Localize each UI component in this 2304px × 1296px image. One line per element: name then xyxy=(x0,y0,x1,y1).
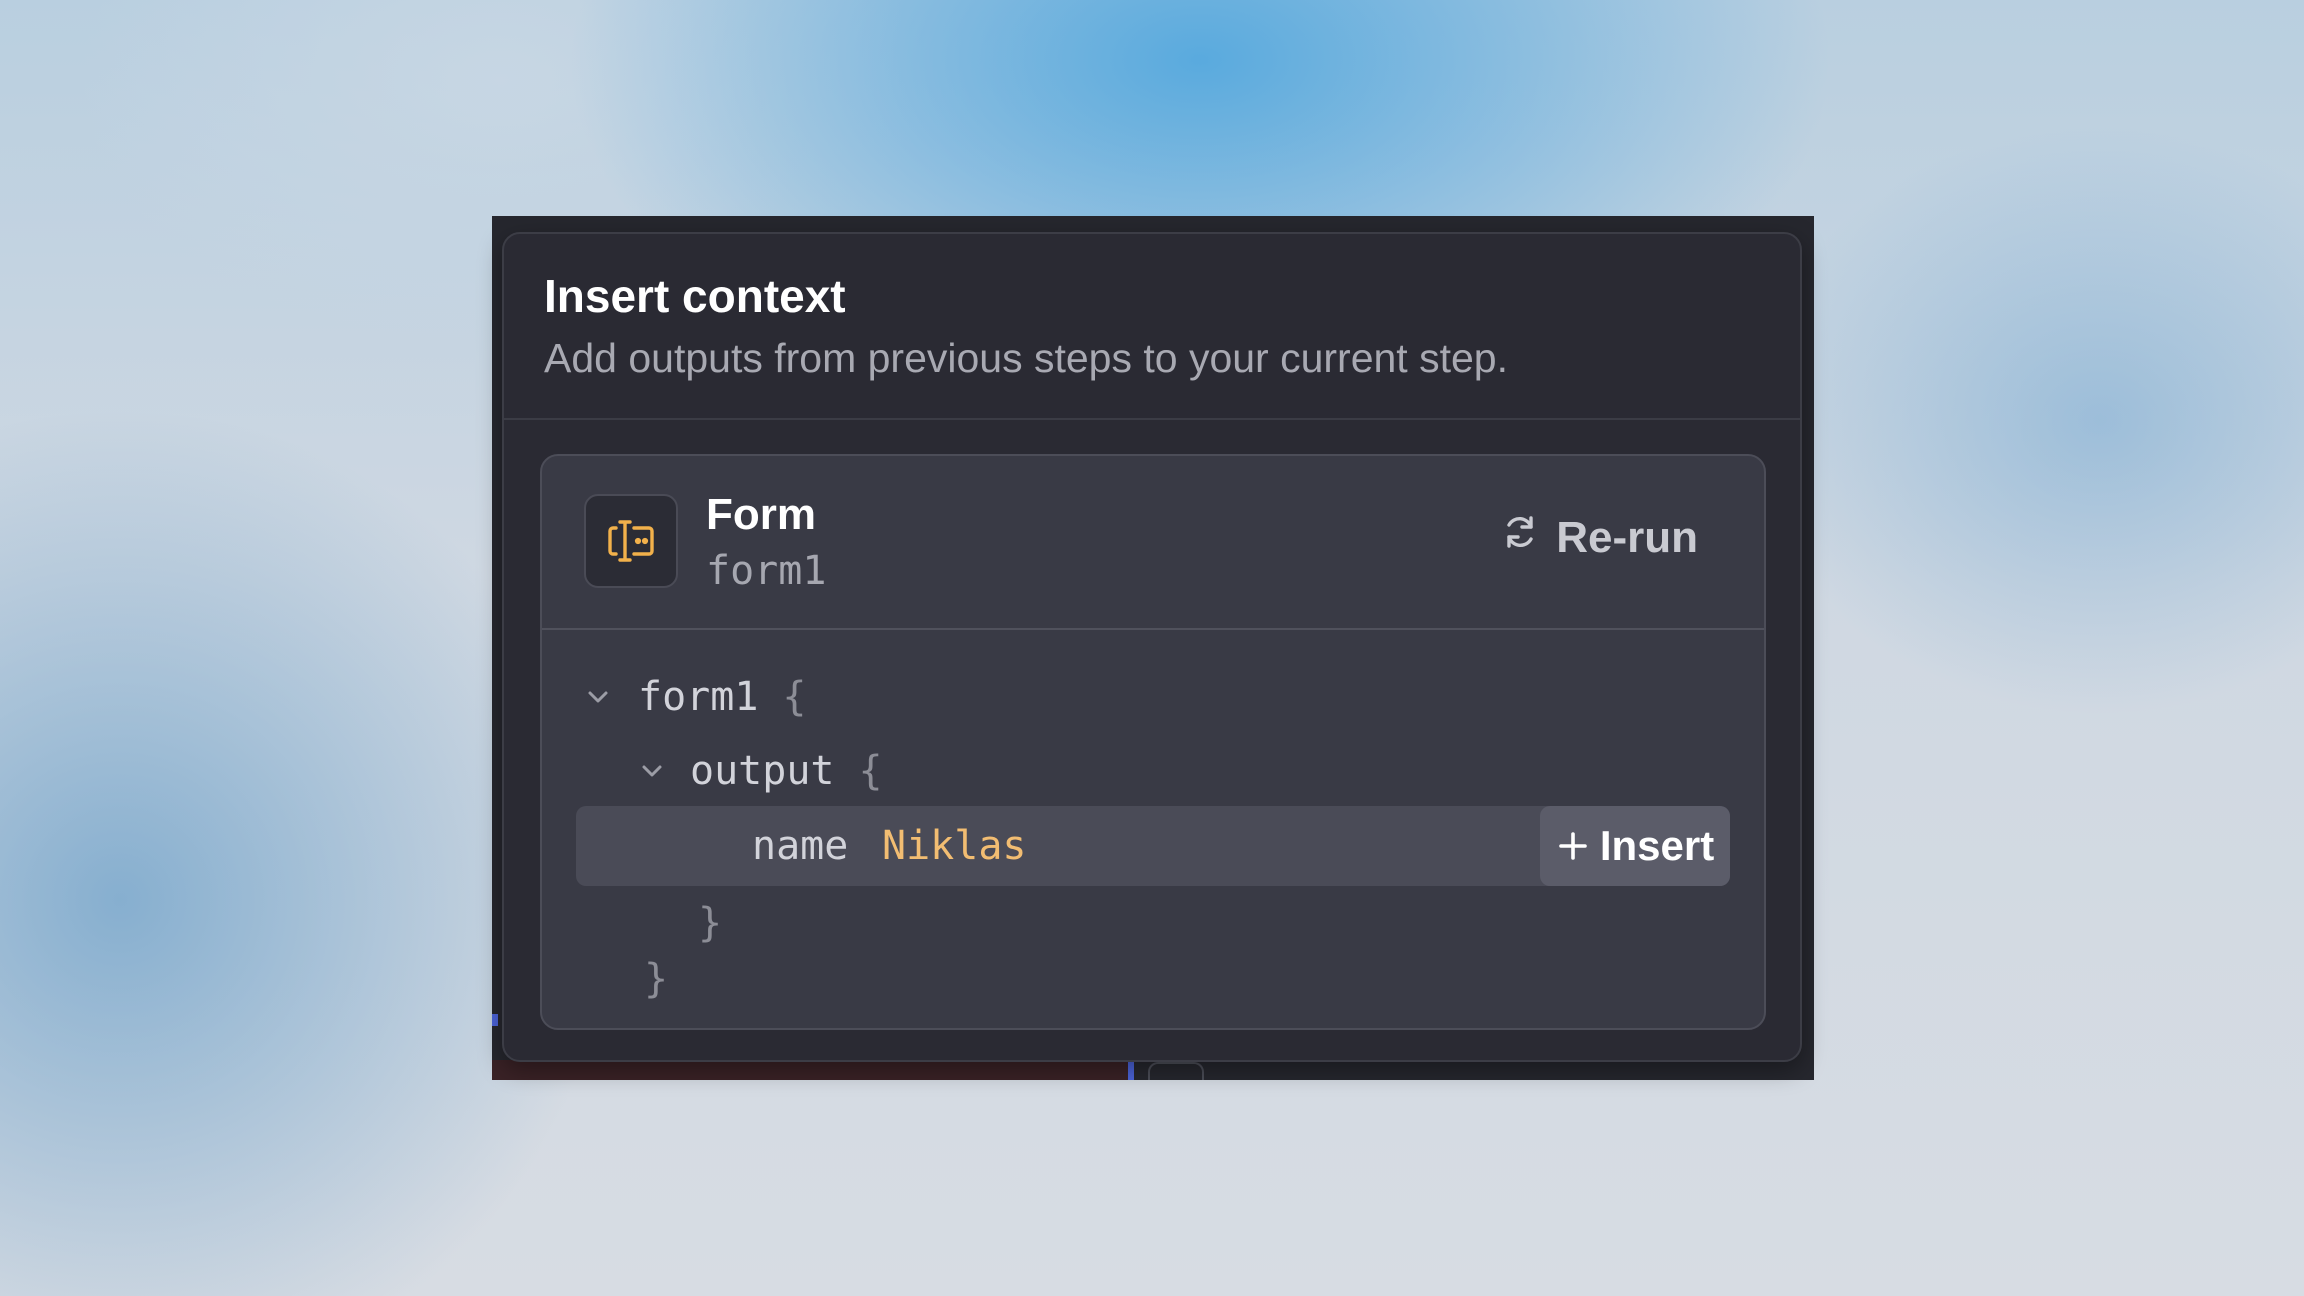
insert-label: Insert xyxy=(1599,822,1715,869)
canvas-handle xyxy=(1148,1062,1204,1080)
output-field-row[interactable]: name Niklas Insert xyxy=(576,806,1730,886)
rerun-label: Re-run xyxy=(1556,512,1698,562)
form-input-icon xyxy=(584,494,678,588)
tree-node-output[interactable]: output { xyxy=(636,744,883,798)
open-brace: { xyxy=(858,748,883,794)
chevron-down-icon[interactable] xyxy=(582,681,614,713)
chevron-down-icon[interactable] xyxy=(636,755,668,787)
refresh-icon xyxy=(1500,512,1540,563)
field-value: Niklas xyxy=(882,823,1027,869)
tree-key-form1: form1 xyxy=(638,674,759,720)
step-card-header: Form form1 Re-run xyxy=(542,456,1764,630)
tree-key-output: output xyxy=(690,748,835,794)
step-id: form1 xyxy=(706,548,827,594)
close-brace-form1: } xyxy=(644,952,668,1006)
close-brace-output: } xyxy=(698,896,722,950)
canvas-connector-left xyxy=(492,1014,498,1026)
open-brace: { xyxy=(782,674,807,720)
canvas-node-edge xyxy=(492,1060,1132,1080)
close-brace: } xyxy=(698,900,723,946)
rerun-button[interactable]: Re-run xyxy=(1500,512,1698,563)
step-card: Form form1 Re-run form1 {output {name … xyxy=(540,454,1766,1030)
dialog-header: Insert context Add outputs from previous… xyxy=(504,234,1800,420)
canvas-connector xyxy=(1128,1060,1134,1080)
close-brace: } xyxy=(644,956,669,1002)
insert-button[interactable]: Insert xyxy=(1540,806,1730,886)
step-name: Form xyxy=(706,490,816,539)
field-key: name xyxy=(752,823,849,869)
tree-node-form1[interactable]: form1 { xyxy=(582,670,807,724)
dialog-title: Insert context xyxy=(544,270,846,322)
plus-icon xyxy=(1559,832,1587,860)
dialog-subtitle: Add outputs from previous steps to your … xyxy=(544,335,1508,381)
insert-context-dialog: Insert context Add outputs from previous… xyxy=(502,232,1802,1062)
